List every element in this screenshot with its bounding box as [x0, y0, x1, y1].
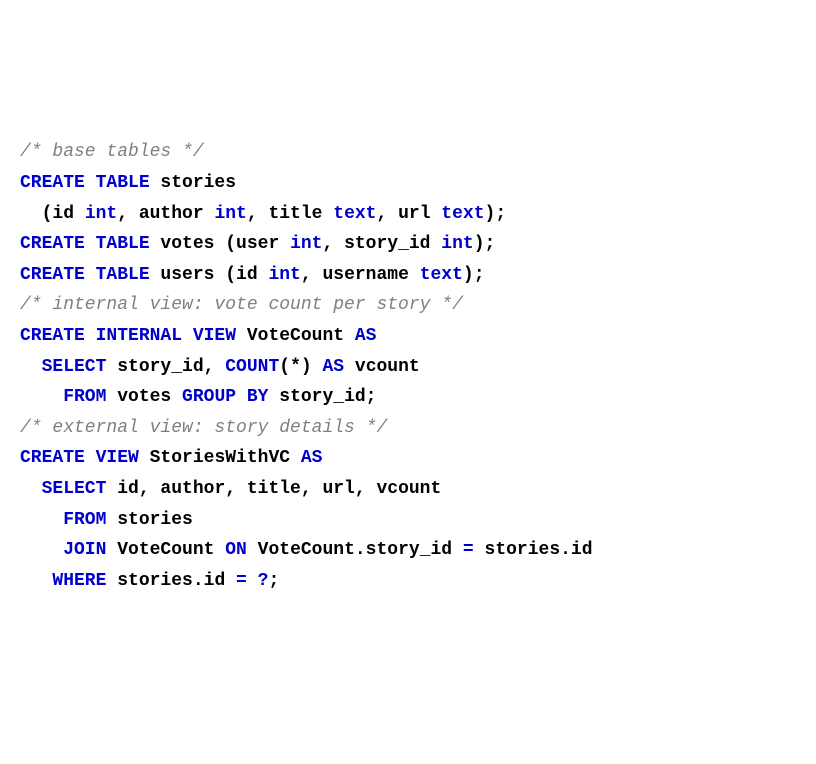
identifier: stories	[150, 173, 236, 193]
text: , url	[376, 204, 441, 224]
keyword: CREATE INTERNAL VIEW	[20, 326, 236, 346]
keyword: AS	[322, 357, 344, 377]
text: , username	[301, 265, 420, 285]
text: VoteCount	[106, 540, 225, 560]
type: text	[420, 265, 463, 285]
operator: ?	[258, 571, 269, 591]
text: stories.id	[106, 571, 236, 591]
keyword: FROM	[20, 387, 106, 407]
keyword: ON	[225, 540, 247, 560]
text: story_id,	[106, 357, 225, 377]
text: VoteCount.story_id	[247, 540, 463, 560]
keyword: AS	[301, 448, 323, 468]
keyword: WHERE	[20, 571, 106, 591]
keyword: CREATE VIEW	[20, 448, 139, 468]
comment: /* base tables */	[20, 142, 204, 162]
text: id, author, title, url, vcount	[106, 479, 441, 499]
text: votes (user	[150, 234, 290, 254]
code-line-2: CREATE TABLE stories	[20, 168, 796, 199]
code-line-15: WHERE stories.id = ?;	[20, 566, 796, 597]
code-line-11: CREATE VIEW StoriesWithVC AS	[20, 443, 796, 474]
code-line-3: (id int, author int, title text, url tex…	[20, 199, 796, 230]
code-line-10: /* external view: story details */	[20, 413, 796, 444]
text: );	[485, 204, 507, 224]
comment: /* external view: story details */	[20, 418, 387, 438]
comment: /* internal view: vote count per story *…	[20, 295, 463, 315]
text: ;	[268, 571, 279, 591]
keyword: AS	[355, 326, 377, 346]
code-line-9: FROM votes GROUP BY story_id;	[20, 382, 796, 413]
code-line-8: SELECT story_id, COUNT(*) AS vcount	[20, 352, 796, 383]
code-line-6: /* internal view: vote count per story *…	[20, 290, 796, 321]
code-line-12: SELECT id, author, title, url, vcount	[20, 474, 796, 505]
code-line-1: /* base tables */	[20, 137, 796, 168]
type: int	[441, 234, 473, 254]
operator: =	[463, 540, 474, 560]
keyword: COUNT	[225, 357, 279, 377]
identifier: StoriesWithVC	[139, 448, 301, 468]
type: text	[441, 204, 484, 224]
code-line-13: FROM stories	[20, 505, 796, 536]
code-line-7: CREATE INTERNAL VIEW VoteCount AS	[20, 321, 796, 352]
keyword: FROM	[20, 510, 106, 530]
text: );	[474, 234, 496, 254]
text: (*)	[279, 357, 322, 377]
identifier: VoteCount	[236, 326, 355, 346]
text: users (id	[150, 265, 269, 285]
code-line-5: CREATE TABLE users (id int, username tex…	[20, 260, 796, 291]
type: int	[290, 234, 322, 254]
keyword: GROUP BY	[182, 387, 268, 407]
text: , author	[117, 204, 214, 224]
text: votes	[106, 387, 182, 407]
text: , story_id	[322, 234, 441, 254]
type: int	[214, 204, 246, 224]
type: int	[268, 265, 300, 285]
text: stories	[106, 510, 192, 530]
code-block: /* base tables */ CREATE TABLE stories (i…	[20, 137, 796, 596]
text: stories.id	[474, 540, 593, 560]
text: story_id;	[268, 387, 376, 407]
text: (id	[20, 204, 85, 224]
keyword: CREATE TABLE	[20, 234, 150, 254]
code-line-14: JOIN VoteCount ON VoteCount.story_id = s…	[20, 535, 796, 566]
keyword: SELECT	[20, 357, 106, 377]
keyword: CREATE TABLE	[20, 265, 150, 285]
text: , title	[247, 204, 333, 224]
keyword: CREATE TABLE	[20, 173, 150, 193]
text: );	[463, 265, 485, 285]
keyword: JOIN	[20, 540, 106, 560]
text: vcount	[344, 357, 420, 377]
type: int	[85, 204, 117, 224]
text	[247, 571, 258, 591]
operator: =	[236, 571, 247, 591]
keyword: SELECT	[20, 479, 106, 499]
type: text	[333, 204, 376, 224]
code-line-4: CREATE TABLE votes (user int, story_id i…	[20, 229, 796, 260]
